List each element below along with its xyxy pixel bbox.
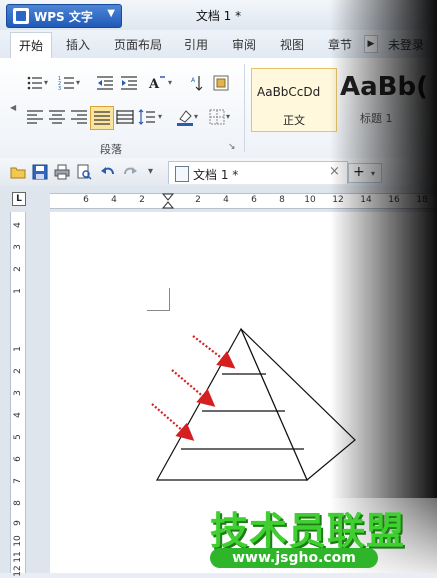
pyramid-shape[interactable] xyxy=(155,327,356,481)
red-arrow xyxy=(192,335,236,369)
pyramid-diagram[interactable] xyxy=(0,0,437,573)
watermark-url: www.jsgho.com xyxy=(210,548,378,568)
watermark-title: 技术员联盟 xyxy=(210,509,406,553)
red-arrow xyxy=(171,369,216,407)
